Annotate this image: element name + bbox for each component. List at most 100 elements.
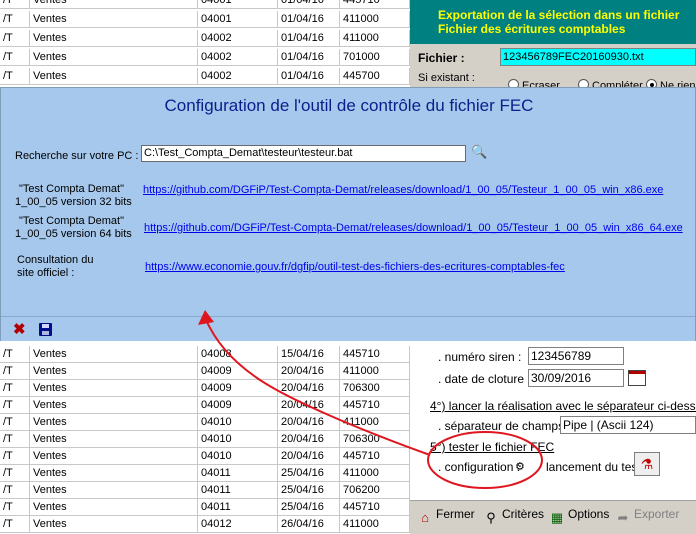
table-cell: 706200: [340, 482, 410, 498]
table-cell: /T: [0, 30, 30, 46]
table-cell: 04009: [198, 397, 278, 413]
table-cell: /T: [0, 346, 30, 362]
table-row[interactable]: /T Ventes 04011 25/04/16 445710: [0, 499, 410, 516]
table-row[interactable]: /T Ventes 04002 01/04/16 445700: [0, 68, 410, 85]
table-row[interactable]: /T Ventes 04011 25/04/16 411000: [0, 465, 410, 482]
v64-label-line1: "Test Compta Demat": [19, 215, 125, 227]
official-site-link[interactable]: https://www.economie.gouv.fr/dgfip/outil…: [145, 261, 565, 273]
table-row[interactable]: /T Ventes 04002 01/04/16 411000: [0, 30, 410, 47]
table-cell: 04001: [198, 11, 278, 27]
table-cell: 04010: [198, 448, 278, 464]
table-cell: 01/04/16: [278, 68, 340, 84]
table-cell: 445710: [340, 397, 410, 413]
table-cell: 20/04/16: [278, 448, 340, 464]
dialog-footer: ✖: [1, 316, 695, 341]
table-cell: 04009: [198, 380, 278, 396]
table-cell: 25/04/16: [278, 482, 340, 498]
table-cell: /T: [0, 448, 30, 464]
table-cell: /T: [0, 397, 30, 413]
table-row[interactable]: /T Ventes 04009 20/04/16 411000: [0, 363, 410, 380]
exporter-button[interactable]: ➦ Exporter: [614, 507, 680, 527]
table-cell: 20/04/16: [278, 397, 340, 413]
step5-label: 5°) tester le fichier FEC: [430, 440, 555, 454]
export-header-line1: Exportation de la sélection dans un fich…: [438, 8, 680, 22]
table-row[interactable]: /T Ventes 04010 20/04/16 706300: [0, 431, 410, 448]
table-row[interactable]: /T Ventes 04001 01/04/16 411000: [0, 11, 410, 28]
table-cell: 04011: [198, 499, 278, 515]
table-cell: 04002: [198, 30, 278, 46]
table-cell: /T: [0, 68, 30, 84]
v32-label-line1: "Test Compta Demat": [19, 183, 125, 195]
table-cell: Ventes: [30, 11, 198, 27]
date-cloture-input[interactable]: 30/09/2016: [528, 369, 624, 387]
table-cell: 445710: [340, 499, 410, 515]
path-input[interactable]: C:\Test_Compta_Demat\testeur\testeur.bat: [141, 145, 466, 162]
consult-label-line2: site officiel :: [17, 267, 75, 279]
table-cell: 04002: [198, 68, 278, 84]
table-cell: 25/04/16: [278, 465, 340, 481]
floppy-save-icon[interactable]: [39, 323, 52, 336]
table-cell: 706300: [340, 431, 410, 447]
lancement-label: lancement du test: [546, 460, 641, 474]
table-cell: Ventes: [30, 0, 198, 8]
table-cell: Ventes: [30, 448, 198, 464]
table-cell: 04009: [198, 363, 278, 379]
table-cell: 20/04/16: [278, 414, 340, 430]
table-row[interactable]: /T Ventes 04002 01/04/16 701000: [0, 49, 410, 66]
table-row[interactable]: /T Ventes 04001 01/04/16 445710: [0, 0, 410, 9]
fec-config-dialog: Configuration de l'outil de contrôle du …: [0, 87, 696, 341]
v64-download-link[interactable]: https://github.com/DGFiP/Test-Compta-Dem…: [144, 222, 683, 234]
table-cell: Ventes: [30, 431, 198, 447]
table-row[interactable]: /T Ventes 04012 26/04/16 411000: [0, 516, 410, 533]
table-cell: /T: [0, 431, 30, 447]
red-x-icon[interactable]: ✖: [13, 322, 26, 338]
options-label: Options: [568, 507, 610, 521]
table-cell: /T: [0, 499, 30, 515]
table-row[interactable]: /T Ventes 04011 25/04/16 706200: [0, 482, 410, 499]
table-cell: 04010: [198, 414, 278, 430]
table-cell: Ventes: [30, 49, 198, 65]
flask-icon[interactable]: ⚗: [634, 452, 660, 476]
table-cell: 04011: [198, 482, 278, 498]
separateur-select[interactable]: Pipe | (Ascii 124): [560, 416, 696, 434]
table-cell: 445710: [340, 448, 410, 464]
table-cell: 04011: [198, 465, 278, 481]
numero-siren-label: . numéro siren :: [438, 350, 522, 364]
calendar-icon[interactable]: [628, 370, 646, 386]
fichier-input[interactable]: 123456789FEC20160930.txt: [500, 48, 696, 66]
export-header: Exportation de la sélection dans un fich…: [410, 0, 696, 44]
table-row[interactable]: /T Ventes 04010 20/04/16 411000: [0, 414, 410, 431]
table-cell: 445700: [340, 68, 410, 84]
fermer-button[interactable]: ⌂ Fermer: [416, 507, 475, 527]
table-cell: 411000: [340, 516, 410, 532]
table-row[interactable]: /T Ventes 04008 15/04/16 445710: [0, 346, 410, 363]
table-cell: Ventes: [30, 465, 198, 481]
table-cell: Ventes: [30, 363, 198, 379]
table-cell: 04008: [198, 346, 278, 362]
table-cell: 20/04/16: [278, 380, 340, 396]
numero-siren-input[interactable]: 123456789: [528, 347, 624, 365]
table-cell: 25/04/16: [278, 499, 340, 515]
si-existant-label: Si existant :: [418, 72, 475, 84]
table-cell: Ventes: [30, 414, 198, 430]
table-cell: Ventes: [30, 397, 198, 413]
gear-icon[interactable]: ⚙: [515, 460, 525, 473]
table-cell: Ventes: [30, 68, 198, 84]
fermer-label: Fermer: [436, 507, 475, 521]
table-cell: 411000: [340, 30, 410, 46]
criteres-button[interactable]: ⚲ Critères: [482, 507, 544, 527]
step4-label: 4°) lancer la réalisation avec le sépara…: [430, 399, 696, 413]
exporter-label: Exporter: [634, 507, 680, 521]
v32-download-link[interactable]: https://github.com/DGFiP/Test-Compta-Dem…: [143, 184, 663, 196]
table-cell: /T: [0, 49, 30, 65]
table-cell: 04012: [198, 516, 278, 532]
table-cell: 01/04/16: [278, 11, 340, 27]
table-row[interactable]: /T Ventes 04010 20/04/16 445710: [0, 448, 410, 465]
options-button[interactable]: ▦ Options: [548, 507, 610, 527]
browse-folder-icon[interactable]: 🔍: [471, 144, 487, 160]
table-row[interactable]: /T Ventes 04009 20/04/16 706300: [0, 380, 410, 397]
table-cell: 01/04/16: [278, 49, 340, 65]
table-cell: Ventes: [30, 380, 198, 396]
table-row[interactable]: /T Ventes 04009 20/04/16 445710: [0, 397, 410, 414]
recherche-label: Recherche sur votre PC :: [15, 150, 139, 162]
